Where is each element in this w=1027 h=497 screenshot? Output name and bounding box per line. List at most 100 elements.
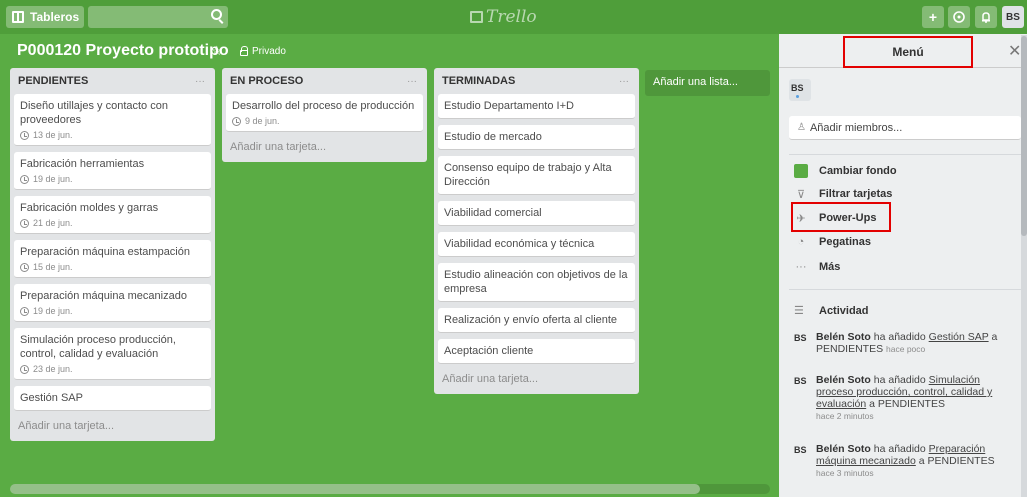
card[interactable]: Gestión SAP — [14, 386, 211, 411]
card-title: Consenso equipo de trabajo y Alta Direcc… — [444, 162, 612, 188]
card-title: Preparación máquina estampación — [20, 246, 190, 258]
info-icon[interactable] — [948, 6, 970, 28]
card[interactable]: Diseño utillajes y contacto con proveedo… — [14, 94, 211, 146]
trello-logo[interactable]: Trello — [470, 7, 537, 27]
card[interactable]: Simulación proceso producción, control, … — [14, 328, 211, 380]
card[interactable]: Viabilidad comercial — [438, 201, 635, 226]
activity-avatar[interactable]: BS — [794, 444, 807, 456]
due-date-badge: 13 de jun. — [20, 130, 205, 140]
activity-action: ha añadido — [870, 443, 929, 455]
list-terminadas: TERMINADAS ··· Estudio Departamento I+D … — [434, 68, 639, 394]
add-icon[interactable]: + — [922, 6, 944, 28]
list-en-proceso: EN PROCESO ··· Desarrollo del proceso de… — [222, 68, 427, 162]
card[interactable]: Fabricación herramientas 19 de jun. — [14, 152, 211, 190]
card[interactable]: Fabricación moldes y garras 21 de jun. — [14, 196, 211, 234]
activity-avatar[interactable]: BS — [794, 375, 807, 387]
activity-entry: BS Belén Soto ha añadido Preparación máq… — [794, 443, 1019, 479]
add-card-button[interactable]: Añadir una tarjeta... — [438, 370, 635, 394]
scrollbar-thumb[interactable] — [10, 484, 700, 494]
menu-title: Menú — [843, 36, 973, 68]
activity-avatar[interactable]: BS — [794, 332, 807, 344]
more-item[interactable]: ··· Más — [794, 258, 841, 276]
card-title: Estudio alineación con objetivos de la e… — [444, 269, 628, 295]
close-icon[interactable]: ✕ — [1008, 41, 1021, 61]
activity-text: Belén Soto ha añadido Simulación proceso… — [816, 374, 1019, 410]
due-date-badge: 9 de jun. — [232, 116, 417, 126]
card-title: Preparación máquina mecanizado — [20, 290, 187, 302]
list-header[interactable]: EN PROCESO ··· — [226, 68, 423, 94]
activity-text: Belén Soto ha añadido Gestión SAP a PEND… — [816, 331, 1019, 355]
board-title[interactable]: P000120 Proyecto prototipo — [17, 42, 229, 60]
change-background-item[interactable]: Cambiar fondo — [794, 162, 897, 180]
card[interactable]: Viabilidad económica y técnica — [438, 232, 635, 257]
clock-icon — [20, 218, 29, 228]
menu-scrollbar-thumb[interactable] — [1021, 36, 1027, 236]
due-date-badge: 23 de jun. — [20, 364, 205, 374]
boards-icon — [12, 11, 24, 23]
card-title: Fabricación herramientas — [20, 158, 145, 170]
menu-item-label: Más — [819, 261, 841, 273]
card[interactable]: Preparación máquina estampación 15 de ju… — [14, 240, 211, 278]
activity-title: Actividad — [819, 304, 869, 317]
member-avatar[interactable]: BS — [789, 79, 811, 101]
card[interactable]: Aceptación cliente — [438, 339, 635, 364]
activity-time: hace poco — [886, 344, 926, 354]
more-icon: ··· — [795, 261, 807, 273]
list-menu-icon[interactable]: ··· — [195, 76, 205, 87]
due-date: 23 de jun. — [33, 364, 73, 374]
due-date: 9 de jun. — [245, 116, 280, 126]
card[interactable]: Desarrollo del proceso de producción 9 d… — [226, 94, 423, 132]
card[interactable]: Preparación máquina mecanizado 19 de jun… — [14, 284, 211, 322]
card[interactable]: Realización y envío oferta al cliente — [438, 308, 635, 333]
activity-user[interactable]: Belén Soto — [816, 374, 871, 386]
filter-icon: ⊽ — [796, 188, 806, 201]
clock-icon — [20, 306, 29, 316]
activity-time: hace 3 minutos — [816, 468, 874, 478]
activity-entry: BS Belén Soto ha añadido Simulación proc… — [794, 374, 1019, 422]
list-title: PENDIENTES — [18, 75, 89, 87]
activity-action: ha añadido — [870, 331, 929, 343]
clock-icon — [20, 262, 29, 272]
top-bar: Tableros Trello + BS — [0, 0, 1027, 34]
due-date-badge: 21 de jun. — [20, 218, 205, 228]
due-date-badge: 19 de jun. — [20, 306, 205, 316]
user-avatar[interactable]: BS — [1002, 6, 1024, 28]
due-date-badge: 19 de jun. — [20, 174, 205, 184]
horizontal-scrollbar[interactable] — [10, 484, 770, 494]
bell-icon[interactable] — [975, 6, 997, 28]
sticker-icon: ◔ — [797, 236, 805, 248]
clock-icon — [20, 174, 29, 184]
visibility-button[interactable]: Privado — [240, 46, 286, 57]
search-icon[interactable] — [211, 9, 222, 20]
card[interactable]: Estudio alineación con objetivos de la e… — [438, 263, 635, 302]
due-date: 21 de jun. — [33, 218, 73, 228]
activity-target: a PENDIENTES — [915, 455, 995, 467]
activity-user[interactable]: Belén Soto — [816, 443, 871, 455]
list-menu-icon[interactable]: ··· — [619, 76, 629, 87]
filter-cards-item[interactable]: ⊽ Filtrar tarjetas — [794, 185, 892, 203]
list-header[interactable]: TERMINADAS ··· — [438, 68, 635, 94]
list-header[interactable]: PENDIENTES ··· — [14, 68, 211, 94]
stickers-item[interactable]: ◔ Pegatinas — [794, 233, 871, 251]
add-card-button[interactable]: Añadir una tarjeta... — [226, 138, 423, 162]
add-card-button[interactable]: Añadir una tarjeta... — [14, 417, 211, 441]
activity-user[interactable]: Belén Soto — [816, 331, 871, 343]
add-members-button[interactable]: ♙ Añadir miembros... — [789, 116, 1021, 140]
card-title: Desarrollo del proceso de producción — [232, 100, 415, 112]
card[interactable]: Estudio de mercado — [438, 125, 635, 150]
boards-button[interactable]: Tableros — [6, 6, 84, 28]
activity-action: ha añadido — [870, 374, 929, 386]
star-icon[interactable]: ☆ — [211, 43, 223, 59]
card[interactable]: Estudio Departamento I+D — [438, 94, 635, 119]
menu-item-label: Pegatinas — [819, 236, 871, 248]
activity-card-link[interactable]: Gestión SAP — [929, 331, 989, 343]
person-icon: ♙ — [797, 122, 806, 133]
search-input[interactable] — [88, 6, 228, 28]
list-menu-icon[interactable]: ··· — [407, 76, 417, 87]
activity-icon: ☰ — [794, 305, 804, 317]
background-swatch-icon — [794, 164, 808, 178]
power-ups-highlight — [791, 202, 891, 232]
add-list-button[interactable]: Añadir una lista... — [645, 70, 770, 96]
activity-entry: BS Belén Soto ha añadido Gestión SAP a P… — [794, 331, 1019, 355]
card[interactable]: Consenso equipo de trabajo y Alta Direcc… — [438, 156, 635, 195]
